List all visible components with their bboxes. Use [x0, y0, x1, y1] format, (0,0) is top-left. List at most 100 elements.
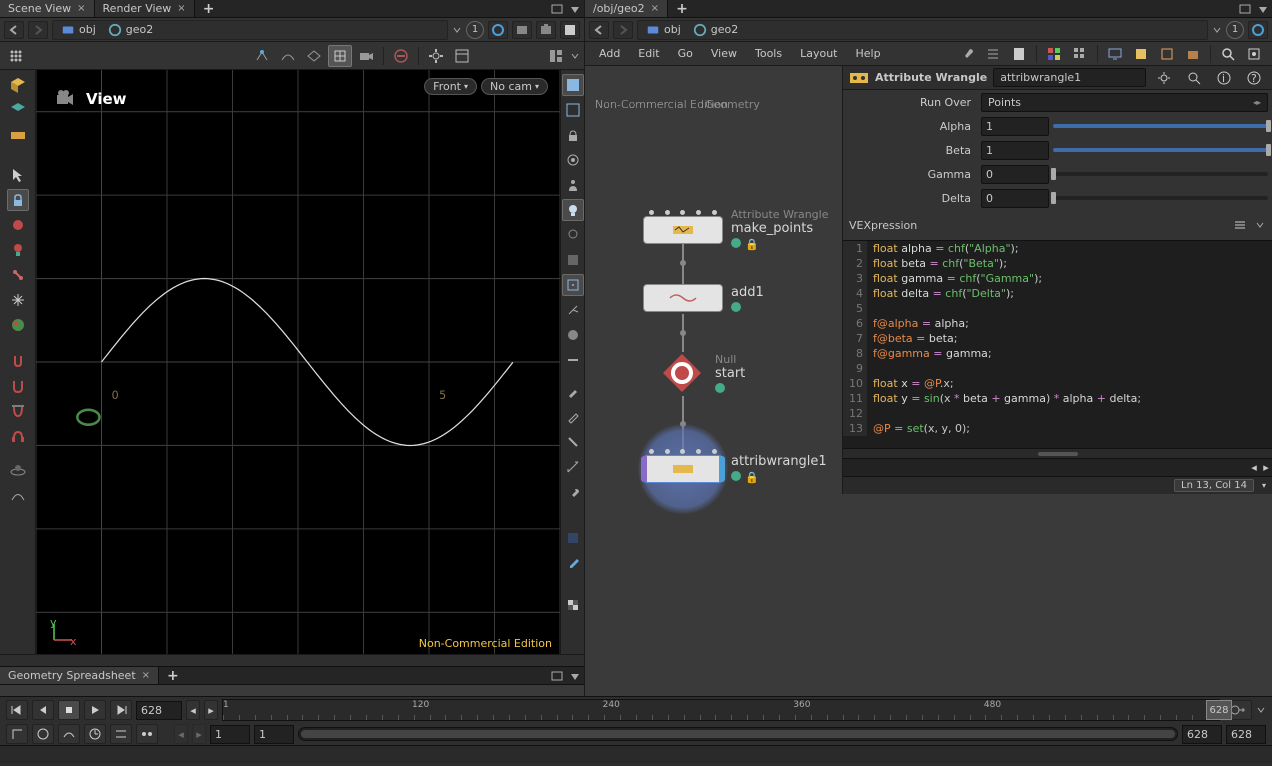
backdrop-icon[interactable] — [562, 249, 584, 271]
snap-grid-icon[interactable] — [328, 45, 352, 67]
person-icon[interactable] — [562, 174, 584, 196]
clock-icon[interactable] — [84, 724, 106, 744]
dash-icon[interactable] — [562, 349, 584, 371]
scroll-left-icon[interactable]: ◂ — [1248, 459, 1260, 476]
pane-link-badge[interactable]: 1 — [466, 21, 484, 39]
param-value-delta[interactable]: 0 — [981, 189, 1049, 208]
timeline-ruler[interactable]: 1120240360480628 — [222, 699, 1220, 721]
tab-network-path[interactable]: /obj/geo2× — [585, 0, 668, 17]
close-icon[interactable]: × — [77, 3, 85, 14]
camera-gizmo-icon[interactable] — [54, 88, 76, 110]
close-icon[interactable]: × — [177, 3, 185, 14]
path-breadcrumb[interactable]: obj geo2 — [52, 20, 448, 40]
no-entry-icon[interactable] — [389, 45, 413, 67]
magnet2-icon[interactable] — [7, 375, 29, 397]
node-make-points[interactable]: Attribute Wrangle make_points 🔒 — [643, 208, 829, 251]
display-flag-icon[interactable] — [715, 383, 725, 393]
vex-presets-icon[interactable] — [1228, 214, 1252, 236]
chevron-down-icon[interactable]: ▾ — [1262, 481, 1266, 490]
light-bulb-icon[interactable] — [562, 199, 584, 221]
info-icon[interactable]: i — [1212, 67, 1236, 89]
path-breadcrumb[interactable]: obj geo2 — [637, 20, 1208, 40]
help-icon[interactable]: ? — [1242, 67, 1266, 89]
nav-forward-button[interactable] — [613, 21, 633, 39]
focus-icon[interactable] — [1242, 43, 1266, 65]
menu-go[interactable]: Go — [670, 44, 701, 63]
runover-select[interactable]: Points◂▸ — [981, 93, 1268, 112]
key-prev-button[interactable]: ◂ — [186, 700, 200, 720]
chevron-down-icon[interactable] — [570, 51, 580, 61]
ghost-icon[interactable] — [562, 149, 584, 171]
breadcrumb-obj[interactable]: obj — [57, 23, 100, 37]
operator-name-input[interactable]: attribwrangle1 — [993, 68, 1146, 87]
wrench-icon[interactable] — [955, 43, 979, 65]
range-next-icon[interactable]: ▸ — [192, 724, 206, 744]
global-start-input[interactable]: 1 — [254, 725, 294, 744]
palette-icon[interactable] — [1042, 43, 1066, 65]
param-value-gamma[interactable]: 0 — [981, 165, 1049, 184]
construction-plane-icon[interactable] — [7, 459, 29, 481]
stop-button[interactable] — [58, 700, 80, 720]
snapshot-icon[interactable] — [512, 21, 532, 39]
maximize-icon[interactable] — [550, 671, 564, 681]
pane-link-badge[interactable]: 1 — [1226, 21, 1244, 39]
tab-geometry-spreadsheet[interactable]: Geometry Spreadsheet× — [0, 667, 159, 684]
play-button[interactable] — [84, 700, 106, 720]
display-flag-icon[interactable] — [731, 302, 741, 312]
snap-curve-icon[interactable] — [276, 45, 300, 67]
camera-icon[interactable] — [354, 45, 378, 67]
search-icon[interactable] — [1216, 43, 1240, 65]
netbox-icon[interactable] — [1155, 43, 1179, 65]
tab-render-view[interactable]: Render View× — [95, 0, 195, 17]
gear-icon[interactable] — [1152, 67, 1176, 89]
bulb-off-icon[interactable] — [562, 224, 584, 246]
integer-frames-icon[interactable] — [136, 724, 158, 744]
layout-icon[interactable] — [544, 45, 568, 67]
snap-point-icon[interactable] — [250, 45, 274, 67]
gear-icon[interactable] — [424, 45, 448, 67]
menu-triangle-icon[interactable] — [1256, 4, 1270, 14]
chevron-down-icon[interactable] — [1256, 705, 1266, 715]
sphere-colored-icon[interactable] — [7, 314, 29, 336]
close-icon[interactable]: × — [651, 3, 659, 14]
measure-icon[interactable] — [562, 456, 584, 478]
knife-icon[interactable] — [562, 431, 584, 453]
add-tab-button[interactable]: + — [159, 668, 187, 684]
range-prev-icon[interactable]: ◂ — [174, 724, 188, 744]
box-brown-icon[interactable] — [1181, 43, 1205, 65]
range-end-input[interactable]: 628 — [1226, 725, 1266, 744]
param-value-alpha[interactable]: 1 — [981, 117, 1049, 136]
brush-icon[interactable] — [562, 381, 584, 403]
step-back-button[interactable] — [32, 700, 54, 720]
list-icon[interactable] — [981, 43, 1005, 65]
bone-icon[interactable] — [7, 264, 29, 286]
flare-icon[interactable] — [7, 289, 29, 311]
eyedropper-icon[interactable] — [562, 552, 584, 574]
param-slider-beta[interactable] — [1053, 148, 1268, 152]
viewport-bottom-handle[interactable] — [0, 654, 584, 666]
scene-viewport[interactable]: 0 5 View Front▾ No cam▾ Non-Commercial E… — [36, 70, 560, 654]
sphere-shade-icon[interactable] — [562, 324, 584, 346]
chevron-down-icon[interactable] — [1212, 25, 1222, 35]
plane-icon[interactable] — [7, 124, 29, 146]
lock-view-icon[interactable] — [562, 124, 584, 146]
sticky-note-icon[interactable] — [1129, 43, 1153, 65]
range-start-input[interactable]: 1 — [210, 725, 250, 744]
menu-triangle-icon[interactable] — [568, 671, 582, 681]
global-end-input[interactable]: 628 — [1182, 725, 1222, 744]
magnet3-icon[interactable] — [7, 400, 29, 422]
take-icon[interactable] — [536, 21, 556, 39]
arrow-select-icon[interactable] — [7, 164, 29, 186]
nav-back-button[interactable] — [4, 21, 24, 39]
panel-icon[interactable] — [560, 21, 580, 39]
first-frame-button[interactable] — [6, 700, 28, 720]
param-slider-delta[interactable] — [1053, 196, 1268, 200]
menu-help[interactable]: Help — [848, 44, 889, 63]
sheet-icon[interactable] — [1007, 43, 1031, 65]
wrench-icon[interactable] — [562, 481, 584, 503]
add-tab-button[interactable]: + — [195, 1, 223, 17]
wire-shaded-icon[interactable] — [562, 99, 584, 121]
scroll-right-icon[interactable]: ▸ — [1260, 459, 1272, 476]
resize-handle[interactable] — [1038, 452, 1078, 456]
view-direction-dropdown[interactable]: Front▾ — [424, 78, 477, 95]
